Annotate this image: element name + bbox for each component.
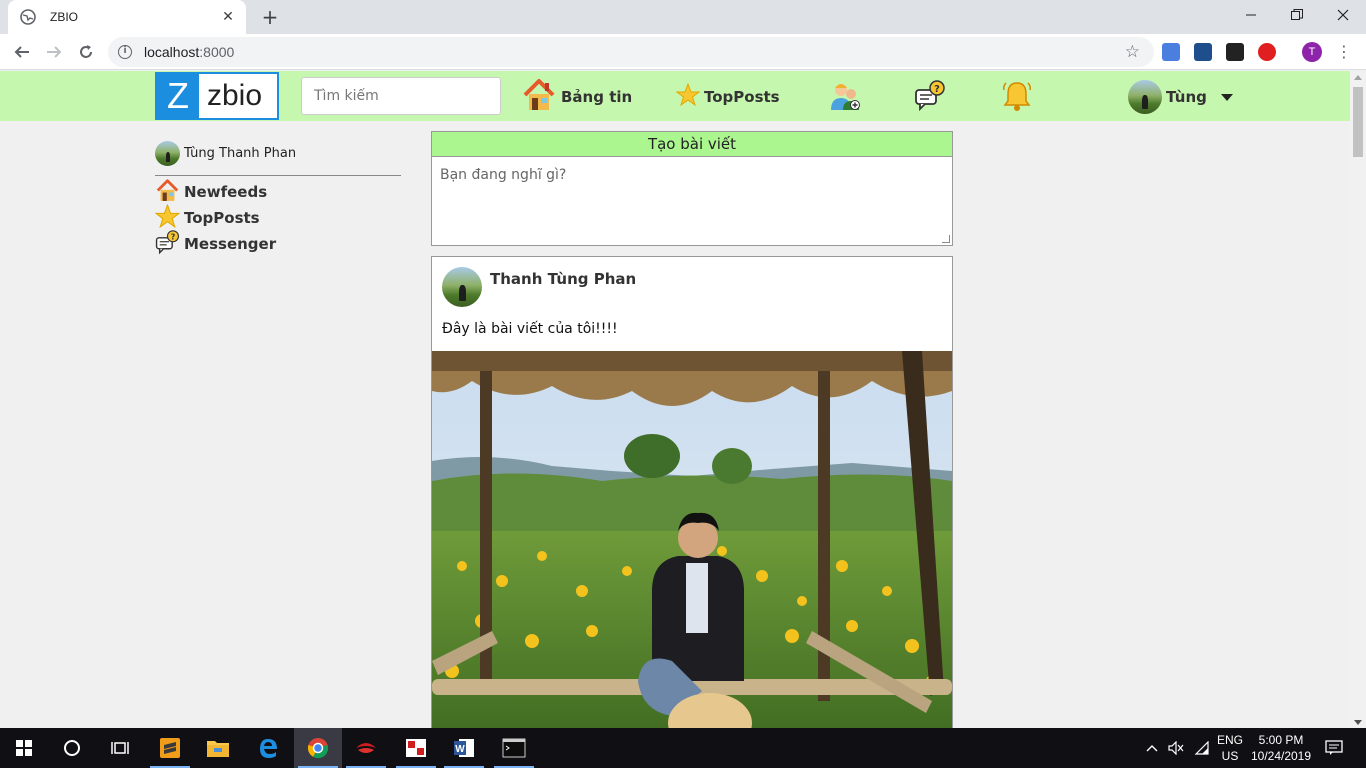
wifi-icon[interactable] (1190, 728, 1214, 768)
back-button[interactable] (10, 40, 34, 64)
j-extension-icon[interactable] (1194, 43, 1212, 61)
new-tab-button[interactable]: + (260, 6, 280, 28)
logo-text: zbio (207, 79, 263, 112)
create-post-box: Tạo bài viết (431, 131, 953, 246)
incognito-extension-icon[interactable] (1226, 43, 1244, 61)
post-author-name[interactable]: Thanh Tùng Phan (490, 270, 636, 288)
post-text-input[interactable] (432, 157, 952, 245)
browser-tabbar: ZBIO ✕ + (0, 0, 1366, 34)
nav-newsfeed-label: Bảng tin (561, 88, 633, 106)
post-photo[interactable] (432, 351, 952, 728)
nav-topposts-label: TopPosts (704, 88, 780, 106)
user-menu[interactable]: Tùng (1128, 79, 1233, 115)
resize-handle-icon[interactable] (942, 235, 950, 243)
minimize-button[interactable] (1228, 0, 1274, 30)
user-avatar (1128, 80, 1162, 114)
star-icon (154, 203, 181, 233)
notification-center-icon[interactable] (1318, 728, 1350, 768)
close-tab-icon[interactable]: ✕ (220, 9, 236, 25)
post-content: Đây là bài viết của tôi!!!! (442, 321, 618, 337)
lang-indicator-bottom[interactable]: US (1214, 749, 1246, 763)
sidebar-avatar (155, 140, 180, 166)
house-icon (155, 178, 180, 207)
unikey-icon[interactable] (392, 728, 440, 768)
create-post-header: Tạo bài viết (432, 132, 952, 157)
task-view-icon[interactable] (96, 728, 144, 768)
page-scrollbar[interactable] (1350, 71, 1366, 728)
reload-button[interactable] (74, 40, 98, 64)
sidebar-profile-name: Tùng Thanh Phan (184, 145, 297, 161)
post-author-avatar[interactable] (442, 267, 482, 307)
search-input[interactable] (301, 77, 501, 115)
volume-muted-icon[interactable] (1164, 728, 1188, 768)
messenger-icon[interactable]: ? (914, 80, 946, 112)
svg-text:W: W (455, 744, 465, 755)
site-logo[interactable]: Z zbio (155, 72, 279, 120)
sidebar-item-messenger[interactable]: ? Messenger (155, 229, 401, 259)
logo-letter: Z (157, 74, 199, 118)
chat-question-icon: ? (155, 229, 180, 259)
close-window-button[interactable] (1320, 0, 1366, 30)
star-icon (675, 82, 701, 111)
page-viewport: Z zbio Bảng tin TopPosts ? Tùng (0, 71, 1350, 728)
bookmark-star-icon[interactable]: ☆ (1125, 42, 1140, 62)
nav-topposts[interactable]: TopPosts (675, 79, 780, 115)
user-name: Tùng (1166, 88, 1207, 106)
svg-text:?: ? (171, 232, 176, 241)
sidebar-item-label: Messenger (184, 235, 277, 253)
friends-icon[interactable] (829, 80, 861, 112)
forward-button[interactable] (42, 40, 66, 64)
post-card: Thanh Tùng Phan Đây là bài viết của tôi!… (431, 256, 953, 728)
sublime-text-icon[interactable] (146, 728, 194, 768)
adblock-extension-icon[interactable] (1258, 43, 1276, 61)
browser-menu-icon[interactable]: ⋮ (1336, 42, 1352, 62)
file-explorer-icon[interactable] (194, 728, 242, 768)
profile-avatar[interactable]: T (1302, 42, 1322, 62)
lang-indicator-top[interactable]: ENG (1214, 733, 1246, 747)
sidebar-profile[interactable]: Tùng Thanh Phan (155, 139, 401, 167)
windows-start-icon[interactable] (0, 728, 48, 768)
post-header: Thanh Tùng Phan (442, 267, 636, 307)
chrome-browser-icon[interactable] (294, 728, 342, 768)
tab-title: ZBIO (50, 10, 79, 24)
site-navbar: Z zbio Bảng tin TopPosts ? Tùng (0, 71, 1350, 121)
chevron-up-icon[interactable] (1140, 728, 1164, 768)
sidebar-item-topposts[interactable]: TopPosts (154, 203, 401, 233)
svg-text:?: ? (934, 84, 940, 95)
scroll-up-arrow-icon[interactable] (1354, 75, 1362, 80)
scrollbar-thumb[interactable] (1353, 87, 1363, 157)
sidebar-item-newfeeds[interactable]: Newfeeds (155, 178, 401, 207)
scroll-down-arrow-icon[interactable] (1354, 720, 1362, 725)
chevron-down-icon[interactable] (1220, 93, 1233, 101)
windows-taskbar: W ENG US 5:00 PM 10/24/2019 (0, 728, 1366, 768)
info-icon[interactable]: i (118, 45, 132, 59)
sidebar-divider (155, 175, 401, 176)
edge-browser-icon[interactable] (244, 728, 292, 768)
house-icon (521, 77, 557, 117)
browser-tab[interactable]: ZBIO ✕ (8, 0, 246, 34)
url-text: localhost:8000 (144, 44, 235, 60)
clock-date[interactable]: 10/24/2019 (1248, 749, 1314, 763)
browser-toolbar: i localhost:8000 ☆ T ⋮ (0, 34, 1366, 70)
word-icon[interactable]: W (440, 728, 488, 768)
sidebar-item-label: Newfeeds (184, 183, 268, 201)
left-sidebar: Tùng Thanh Phan Newfeeds TopPosts ? Mess… (154, 139, 401, 259)
sidebar-item-label: TopPosts (184, 209, 260, 227)
globe-icon (20, 9, 36, 25)
bell-icon[interactable] (1001, 80, 1033, 112)
terminal-icon[interactable] (490, 728, 538, 768)
address-bar[interactable]: i localhost:8000 ☆ (108, 37, 1154, 67)
translate-extension-icon[interactable] (1162, 43, 1180, 61)
game-app-icon[interactable] (342, 728, 390, 768)
restore-button[interactable] (1274, 0, 1320, 30)
search-icon[interactable] (48, 728, 96, 768)
nav-newsfeed[interactable]: Bảng tin (521, 79, 632, 115)
clock-time[interactable]: 5:00 PM (1248, 733, 1314, 747)
